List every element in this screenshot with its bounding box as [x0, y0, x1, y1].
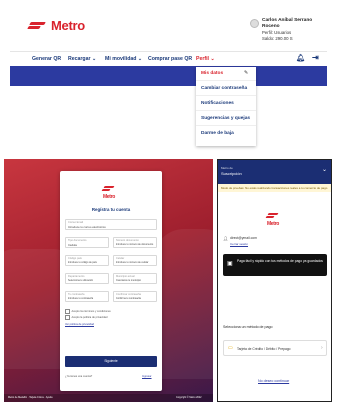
nav-perfil-label: Perfil — [196, 56, 209, 62]
promo-text: Paga fácil y rápido con tus métodos de p… — [237, 259, 323, 263]
menu-mis-datos[interactable]: Mis datos — [201, 71, 223, 76]
user-info: Carlos Aníbal Serrano Roceno Perfil: Usu… — [262, 18, 327, 42]
municipality-label: Municipio actual — [116, 275, 135, 278]
checkout-email: direct@ymail.com — [230, 236, 257, 240]
doc-type-value: Cédula — [68, 243, 77, 247]
payment-methods-title: Selecciona un método de pago — [223, 325, 273, 329]
doc-number-field[interactable]: Número documento Introduce tu número de … — [113, 237, 157, 248]
metro-logo-icon — [101, 185, 116, 193]
login-link[interactable]: Ingresar — [142, 375, 152, 378]
doc-type-select[interactable]: Tipo documento Cédula — [65, 237, 109, 248]
metro-logo-text: Metro — [102, 194, 116, 200]
doc-type-label: Tipo documento — [68, 239, 87, 242]
nav-generar-qr[interactable]: Generar QR — [32, 56, 61, 62]
menu-sugerencias[interactable]: Sugerencias y quejas — [201, 116, 250, 121]
payment-method-card[interactable]: ▭ Tarjeta de Crédito / Débito / Prepago … — [223, 340, 327, 356]
chevron-down-icon: ⌄ — [210, 56, 215, 62]
edit-icon: ✎ — [244, 70, 249, 76]
country-code-field[interactable]: Código país Introduce tu código de país — [65, 255, 109, 266]
checkout-header: Metro de Suscripción ⌄ — [218, 160, 331, 184]
chevron-down-icon: ⌄ — [91, 56, 97, 62]
user-name: Carlos Aníbal Serrano Roceno — [262, 18, 313, 29]
email-label: Correo Email — [68, 221, 84, 224]
nav-recargar[interactable]: Recargar ⌄ — [68, 56, 96, 62]
hero-banner — [10, 66, 327, 86]
menu-notificaciones[interactable]: Notificaciones — [201, 101, 234, 106]
login-prompt: ¿Ya tienes una cuenta? — [65, 375, 93, 378]
cancel-link[interactable]: No deseo continuar — [258, 379, 289, 383]
department-label: Departamento — [68, 275, 85, 278]
email-field[interactable]: Correo Email Introduce tu correo electró… — [65, 219, 157, 230]
doc-number-label: Número documento — [116, 239, 139, 242]
main-navbar: Generar QR Recargar ⌄ Mi movilidad ⌄ Com… — [10, 51, 327, 66]
menu-cambiar-contrasena[interactable]: Cambiar contraseña — [201, 86, 247, 91]
password-label: Tu contraseña — [68, 293, 85, 296]
register-title: Regístra tu cuenta — [91, 207, 131, 212]
register-footer: Metro de Medellín · Tarjeta Cívica · Ayu… — [4, 394, 213, 402]
municipality-select[interactable]: Municipio actual Cuéntanos tu municipio — [113, 273, 157, 284]
chevron-right-icon: › — [321, 345, 323, 351]
nav-comprar-pase[interactable]: Comprar pase QR — [148, 56, 192, 62]
email-placeholder: Introduce tu correo electrónico — [68, 225, 106, 229]
next-button[interactable]: Siguiente — [65, 356, 157, 367]
privacy-checkbox[interactable]: Acepto la política de privacidad — [65, 315, 108, 320]
confirm-password-label: Confirmar contraseña — [116, 293, 141, 296]
department-placeholder: Selecciona tu ubicación — [68, 279, 94, 282]
phone-label: Celular — [116, 257, 125, 260]
wallet-icon: ▣ — [227, 261, 233, 267]
nav-perfil[interactable]: Perfil ⌄ — [196, 56, 215, 62]
phone-field[interactable]: Celular Introduce tu número de celular — [113, 255, 157, 266]
metro-logo: Metro — [101, 185, 116, 200]
checkout-header-small: Metro de — [221, 166, 233, 170]
metro-logo-text: Metro — [51, 18, 85, 33]
metro-logo: Metro — [265, 212, 280, 227]
phone-placeholder: Introduce tu número de celular — [116, 261, 149, 264]
user-icon: 👤︎ — [223, 236, 229, 241]
chevron-down-icon: ⌄ — [137, 56, 143, 62]
country-code-placeholder: Introduce tu código de país — [68, 261, 97, 264]
checkout-panel: Metro de Suscripción ⌄ Modo de pruebas: … — [217, 159, 332, 402]
chevron-down-icon[interactable]: ⌄ — [322, 166, 327, 173]
confirm-password-field[interactable]: Confirmar contraseña Confirma tu contras… — [113, 291, 157, 302]
payment-method-label: Tarjeta de Crédito / Débito / Prepago — [237, 347, 291, 351]
register-panel: Metro Regístra tu cuenta Correo Email In… — [4, 159, 213, 402]
profile-panel: Metro Carlos Aníbal Serrano Roceno Perfi… — [10, 8, 327, 148]
profile-dropdown: Mis datos ✎ Cambiar contraseña Notificac… — [196, 67, 256, 146]
department-select[interactable]: Departamento Selecciona tu ubicación — [65, 273, 109, 284]
register-card: Metro Regístra tu cuenta Correo Email In… — [60, 171, 162, 391]
saved-methods-promo: ▣ Paga fácil y rápido con tus métodos de… — [223, 254, 327, 276]
background-train-shape — [154, 229, 213, 379]
metro-logo-icon — [27, 20, 48, 32]
metro-logo-icon — [265, 212, 280, 220]
metro-logo[interactable]: Metro — [27, 18, 85, 33]
checkout-header-title: Suscripción — [221, 171, 242, 176]
metro-logo-text: Metro — [266, 221, 280, 227]
country-code-label: Código país — [68, 257, 82, 260]
menu-darme-de-baja[interactable]: Darme de baja — [201, 131, 234, 136]
footer-links[interactable]: Metro de Medellín · Tarjeta Cívica · Ayu… — [8, 396, 52, 399]
password-placeholder: Introduce tu contraseña — [68, 297, 94, 300]
nav-mi-movilidad-label: Mi movilidad — [105, 56, 137, 62]
test-mode-notice: Modo de pruebas: No estás realizando tra… — [218, 184, 331, 192]
close-session-link[interactable]: Cerrar sesión — [230, 242, 248, 246]
municipality-placeholder: Cuéntanos tu municipio — [116, 279, 141, 282]
user-balance-line: Saldo: 290.00 S — [262, 36, 293, 41]
footer-copyright: Copyright © Metro 2022 — [176, 396, 202, 399]
screenshot-collage: Metro Carlos Aníbal Serrano Roceno Perfi… — [0, 0, 337, 406]
terms-checkbox[interactable]: Acepto los términos y condiciones — [65, 309, 111, 314]
bell-icon[interactable]: 🔔︎ — [296, 54, 305, 62]
nav-mi-movilidad[interactable]: Mi movilidad ⌄ — [105, 56, 142, 62]
password-field[interactable]: Tu contraseña Introduce tu contraseña — [65, 291, 109, 302]
logout-icon[interactable]: ⇥ — [312, 53, 319, 62]
nav-recargar-label: Recargar — [68, 56, 91, 62]
confirm-password-placeholder: Confirma tu contraseña — [116, 297, 141, 300]
doc-number-placeholder: Introduce tu número de documento — [116, 243, 154, 246]
privacy-policy-link[interactable]: Ver política de privacidad — [65, 323, 94, 326]
credit-card-icon: ▭ — [228, 345, 233, 351]
user-avatar[interactable] — [250, 19, 259, 28]
